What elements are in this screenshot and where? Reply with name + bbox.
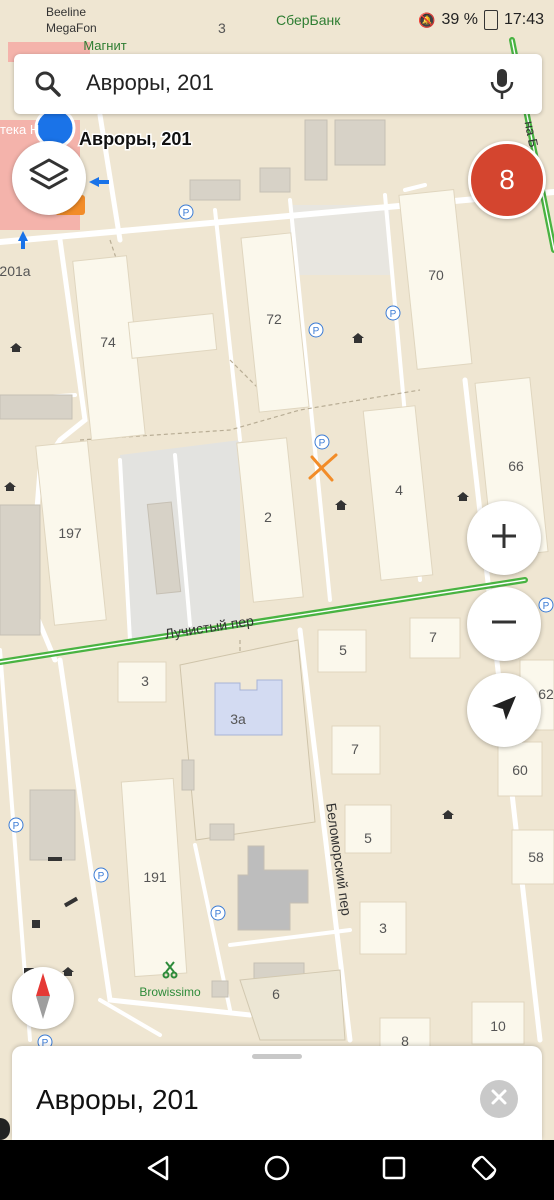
house-number: 4 (395, 482, 403, 498)
minus-icon (490, 608, 518, 641)
operator-labels: Beeline MegaFon (46, 4, 97, 36)
svg-text:P: P (313, 326, 320, 337)
svg-text:P: P (13, 821, 20, 832)
close-icon (490, 1088, 508, 1111)
paved-area (120, 440, 240, 640)
my-location-button[interactable] (467, 673, 541, 747)
rotate-button[interactable] (468, 1154, 500, 1186)
school-plot (179, 639, 316, 841)
house-number: 7 (351, 741, 359, 757)
status-center-label: СберБанк (276, 12, 341, 28)
battery-icon (483, 10, 498, 30)
back-button[interactable] (142, 1154, 174, 1186)
search-bar[interactable]: Авроры, 201 (14, 54, 542, 114)
compass-button[interactable] (12, 967, 74, 1029)
svg-text:P: P (215, 909, 222, 920)
svg-text:P: P (183, 208, 190, 219)
status-bar: Beeline MegaFon 3 СберБанк 🔕 39 % 17:43 (0, 0, 554, 40)
house-number: 58 (528, 849, 544, 865)
poi-label: Browissimo (139, 985, 201, 999)
navigation-arrow-icon (489, 693, 519, 728)
house-number: 74 (100, 334, 116, 350)
house-number: 62 (538, 686, 554, 702)
svg-text:P: P (319, 438, 326, 449)
clock: 17:43 (503, 11, 544, 28)
house-number: 3 (379, 920, 387, 936)
search-icon[interactable] (34, 70, 62, 98)
house-number: 2 (264, 509, 272, 525)
search-input[interactable]: Авроры, 201 (86, 70, 214, 96)
layers-button[interactable] (12, 141, 86, 215)
rotate-icon (469, 1153, 499, 1188)
house-number: 72 (266, 311, 282, 327)
house-number: 197 (58, 525, 82, 541)
house-number: 201а (0, 263, 31, 279)
back-triangle-icon (145, 1154, 171, 1187)
svg-text:P: P (98, 871, 105, 882)
poi-label: Магнит (83, 38, 126, 53)
close-button[interactable] (480, 1080, 518, 1118)
drag-handle[interactable] (252, 1054, 302, 1059)
svg-text:P: P (390, 309, 397, 320)
layers-icon (27, 156, 71, 201)
home-button[interactable] (261, 1154, 293, 1186)
operator-1: Beeline (46, 5, 87, 19)
mute-icon: 🔕 (418, 11, 436, 28)
operator-2: MegaFon (46, 21, 97, 35)
house-number: 191 (143, 869, 167, 885)
place-card[interactable]: Авроры, 201 (12, 1046, 542, 1140)
home-circle-icon (263, 1154, 291, 1187)
place-title: Авроры, 201 (36, 1084, 199, 1115)
house-number: 5 (339, 642, 347, 658)
recents-button[interactable] (378, 1154, 410, 1186)
zoom-in-button[interactable] (467, 501, 541, 575)
pin-label: Авроры, 201 (79, 129, 191, 149)
status-number: 3 (218, 20, 226, 36)
house-number: 5 (364, 830, 372, 846)
system-navbar (0, 1140, 554, 1200)
house-number: 6 (272, 986, 280, 1002)
house-number: 7 (429, 629, 437, 645)
house-number: 60 (512, 762, 528, 778)
house-number: 70 (428, 267, 444, 283)
traffic-badge[interactable]: 8 (468, 141, 546, 219)
house-number: 3а (230, 711, 246, 727)
house-number: 66 (508, 458, 524, 474)
zoom-out-button[interactable] (467, 587, 541, 661)
poi-label: тека Н (0, 122, 39, 137)
battery-level: 39 % (441, 11, 478, 28)
house-number: 3 (141, 673, 149, 689)
microphone-icon[interactable] (490, 68, 514, 100)
plus-icon (490, 522, 518, 555)
house-number: 10 (490, 1018, 506, 1034)
status-right: 🔕 39 % 17:43 (418, 10, 544, 30)
recent-square-icon (381, 1155, 407, 1186)
compass-icon (33, 971, 53, 1026)
svg-text:P: P (543, 601, 550, 612)
